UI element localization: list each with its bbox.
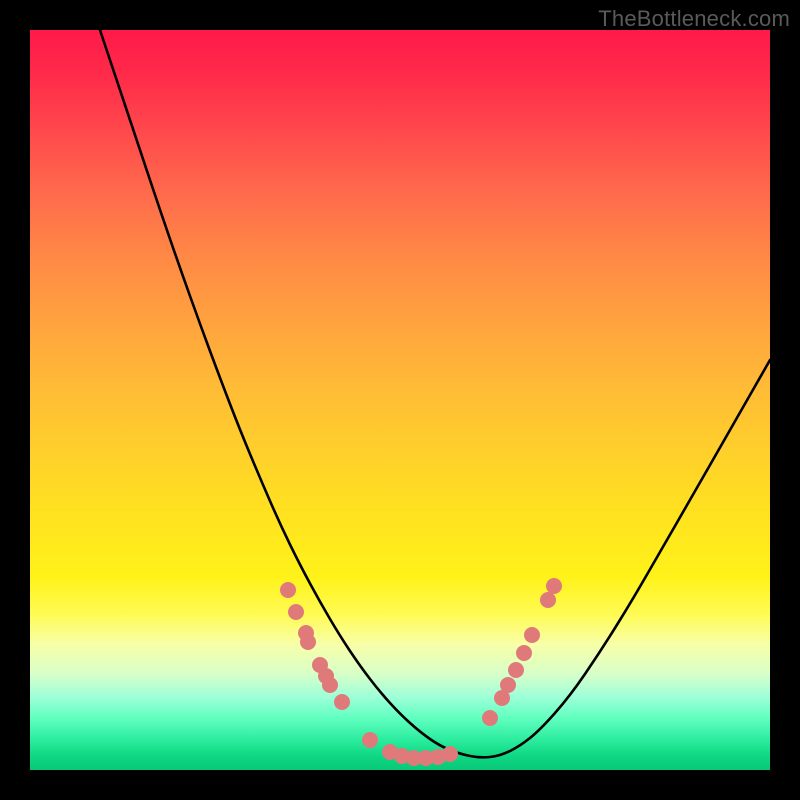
highlight-dot [334, 694, 350, 710]
bottleneck-curve [100, 30, 770, 757]
highlight-dot [546, 578, 562, 594]
watermark: TheBottleneck.com [598, 6, 790, 32]
highlight-dot [322, 677, 338, 693]
highlight-dot [540, 592, 556, 608]
chart-plot-area [30, 30, 770, 770]
chart-svg [30, 30, 770, 770]
highlight-dot [442, 746, 458, 762]
highlight-dot [482, 710, 498, 726]
highlight-dot [500, 677, 516, 693]
highlight-dot [362, 732, 378, 748]
highlight-dot [300, 634, 316, 650]
highlight-dot [288, 604, 304, 620]
highlight-dot [280, 582, 296, 598]
highlight-dot [508, 662, 524, 678]
highlight-dot [516, 645, 532, 661]
highlight-dot [524, 627, 540, 643]
